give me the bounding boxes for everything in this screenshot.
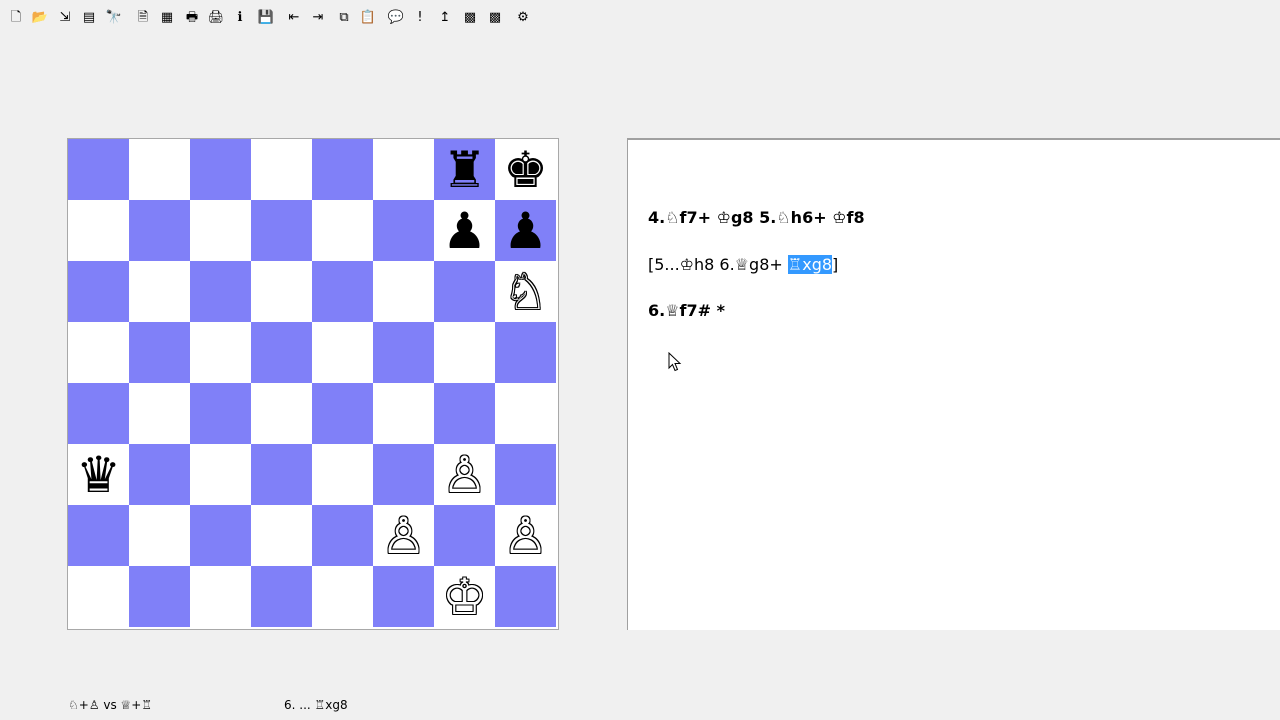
square-h4[interactable] <box>495 383 556 444</box>
square-h3[interactable] <box>495 444 556 505</box>
square-b2[interactable] <box>129 505 190 566</box>
notation-pane[interactable]: 4.♘f7+ ♔g8 5.♘h6+ ♔f8 [5...♔h8 6.♕g8+ ♖x… <box>627 138 1280 630</box>
square-a6[interactable] <box>68 261 129 322</box>
variation-moves[interactable]: [5...♔h8 6.♕g8+ <box>648 255 788 274</box>
copy-icon[interactable]: ⧉ <box>334 7 354 27</box>
square-e5[interactable] <box>312 322 373 383</box>
binoculars-icon[interactable]: 🔭 <box>104 7 124 27</box>
square-c8[interactable] <box>190 139 251 200</box>
move-forward-icon[interactable]: ⇥ <box>308 7 328 27</box>
square-f7[interactable] <box>373 200 434 261</box>
square-d2[interactable] <box>251 505 312 566</box>
square-b1[interactable] <box>129 566 190 627</box>
square-c4[interactable] <box>190 383 251 444</box>
square-d3[interactable] <box>251 444 312 505</box>
toolbar: 🗋 📂 ⇲ ▤ 🔭 🗎 ▦ 🖶 🖨 ℹ 💾 ⇤ ⇥ ⧉ 📋 💬! ↥ ▩ ▩ ⚙ <box>0 0 1280 34</box>
square-f1[interactable] <box>373 566 434 627</box>
promote-icon[interactable]: ↥ <box>435 7 455 27</box>
white-pawn-h2[interactable]: ♙ <box>495 505 556 566</box>
square-b5[interactable] <box>129 322 190 383</box>
square-e8[interactable] <box>312 139 373 200</box>
notation-main-line[interactable]: 4.♘f7+ ♔g8 5.♘h6+ ♔f8 <box>648 208 865 227</box>
import-icon[interactable]: ⇲ <box>55 7 75 27</box>
square-c3[interactable] <box>190 444 251 505</box>
square-a2[interactable] <box>68 505 129 566</box>
info-icon[interactable]: ℹ <box>230 7 250 27</box>
square-g6[interactable] <box>434 261 495 322</box>
engine-icon[interactable]: ⚙ <box>513 7 533 27</box>
black-rook-g8[interactable]: ♜ <box>434 139 495 200</box>
square-e6[interactable] <box>312 261 373 322</box>
square-d8[interactable] <box>251 139 312 200</box>
square-f3[interactable] <box>373 444 434 505</box>
square-b3[interactable] <box>129 444 190 505</box>
notation-variation-line[interactable]: [5...♔h8 6.♕g8+ ♖xg8] <box>648 255 838 274</box>
square-g4[interactable] <box>434 383 495 444</box>
square-c5[interactable] <box>190 322 251 383</box>
material-balance-label: ♘+♙ vs ♕+♖ <box>68 698 153 712</box>
square-d7[interactable] <box>251 200 312 261</box>
square-e1[interactable] <box>312 566 373 627</box>
current-move-label: 6. ... ♖xg8 <box>284 698 348 712</box>
move-back-icon[interactable]: ⇤ <box>284 7 304 27</box>
square-f8[interactable] <box>373 139 434 200</box>
selected-move[interactable]: ♖xg8 <box>787 255 833 274</box>
square-f5[interactable] <box>373 322 434 383</box>
square-c2[interactable] <box>190 505 251 566</box>
white-knight-h6[interactable]: ♘ <box>495 261 556 322</box>
square-g5[interactable] <box>434 322 495 383</box>
square-a7[interactable] <box>68 200 129 261</box>
square-e4[interactable] <box>312 383 373 444</box>
square-c7[interactable] <box>190 200 251 261</box>
black-king-h8[interactable]: ♚ <box>495 139 556 200</box>
board-setup-icon[interactable]: ▩ <box>460 7 480 27</box>
exclamation-icon[interactable]: ! <box>410 7 430 27</box>
white-pawn-f2[interactable]: ♙ <box>373 505 434 566</box>
paste-icon[interactable]: 📋 <box>358 7 378 27</box>
square-c6[interactable] <box>190 261 251 322</box>
notes-icon[interactable]: ▤ <box>79 7 99 27</box>
white-king-g1[interactable]: ♔ <box>434 566 495 627</box>
square-b4[interactable] <box>129 383 190 444</box>
mouse-cursor-icon <box>668 352 682 372</box>
chess-board[interactable]: ♜ ♚ ♟ ♟ ♘ ♛ ♙ ♙ ♙ ♔ <box>67 138 559 630</box>
square-d5[interactable] <box>251 322 312 383</box>
square-h1[interactable] <box>495 566 556 627</box>
black-pawn-g7[interactable]: ♟ <box>434 200 495 261</box>
square-h5[interactable] <box>495 322 556 383</box>
square-b8[interactable] <box>129 139 190 200</box>
square-b6[interactable] <box>129 261 190 322</box>
white-pawn-g3[interactable]: ♙ <box>434 444 495 505</box>
open-folder-icon[interactable]: 📂 <box>30 7 50 27</box>
square-d1[interactable] <box>251 566 312 627</box>
comment-icon[interactable]: 💬 <box>386 7 406 27</box>
square-d4[interactable] <box>251 383 312 444</box>
square-c1[interactable] <box>190 566 251 627</box>
square-a5[interactable] <box>68 322 129 383</box>
square-f4[interactable] <box>373 383 434 444</box>
black-pawn-h7[interactable]: ♟ <box>495 200 556 261</box>
square-e3[interactable] <box>312 444 373 505</box>
board-disabled-icon[interactable]: ▩ <box>485 7 505 27</box>
square-a8[interactable] <box>68 139 129 200</box>
square-e7[interactable] <box>312 200 373 261</box>
square-b7[interactable] <box>129 200 190 261</box>
new-document-icon[interactable]: 🗋 <box>6 7 26 27</box>
square-a1[interactable] <box>68 566 129 627</box>
save-icon[interactable]: 💾 <box>256 7 276 27</box>
variation-close-bracket: ] <box>832 255 839 274</box>
black-queen-a3[interactable]: ♛ <box>68 444 129 505</box>
square-a4[interactable] <box>68 383 129 444</box>
board-pattern-icon[interactable]: ▦ <box>157 7 177 27</box>
square-d6[interactable] <box>251 261 312 322</box>
print-preview-icon[interactable]: 🖨 <box>206 7 226 27</box>
square-e2[interactable] <box>312 505 373 566</box>
square-f6[interactable] <box>373 261 434 322</box>
page-icon[interactable]: 🗎 <box>133 7 153 27</box>
square-g2[interactable] <box>434 505 495 566</box>
print-icon[interactable]: 🖶 <box>182 7 202 27</box>
notation-final-move[interactable]: 6.♕f7# * <box>648 301 725 320</box>
